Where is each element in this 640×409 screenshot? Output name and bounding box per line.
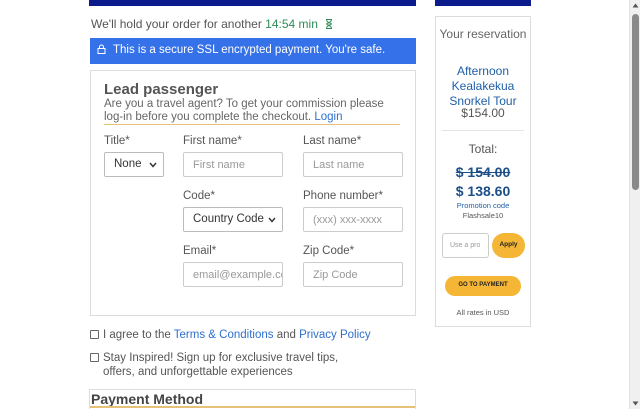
hold-timer: 14:54 min — [265, 17, 318, 31]
newsletter-row: Stay Inspired! Sign up for exclusive tra… — [90, 351, 410, 381]
email-input[interactable]: email@example.co — [183, 262, 283, 287]
scrollbar-thumb[interactable] — [632, 14, 639, 190]
chevron-down-icon — [268, 217, 276, 223]
zip-input[interactable]: Zip Code — [303, 262, 403, 287]
section-divider — [90, 406, 415, 408]
original-price: $ 154.00 — [455, 164, 511, 180]
scroll-down-icon[interactable] — [632, 401, 639, 406]
hold-text: We'll hold your order for another — [91, 17, 262, 31]
phone-label: Phone number* — [303, 190, 383, 202]
summary-divider — [442, 130, 524, 131]
chevron-down-icon — [149, 162, 157, 168]
header-bar — [89, 0, 416, 6]
title-select[interactable]: None — [104, 152, 164, 177]
login-link[interactable]: Login — [314, 111, 342, 123]
email-label: Email* — [183, 245, 217, 257]
hourglass-icon — [326, 19, 333, 29]
lead-passenger-title: Lead passenger — [104, 81, 219, 98]
total-label: Total: — [468, 142, 498, 156]
lock-icon — [97, 44, 106, 54]
page-scrollbar[interactable] — [629, 0, 640, 409]
newsletter-checkbox[interactable] — [90, 353, 99, 362]
reservation-heading: Your reservation — [439, 27, 527, 41]
tour-price: $154.00 — [461, 106, 505, 120]
rates-note: All rates in USD — [456, 308, 510, 317]
country-code-select[interactable]: Country Code — [183, 207, 283, 232]
phone-input[interactable]: (xxx) xxx-xxxx — [303, 207, 403, 232]
promotion-code: Flashsale10 — [462, 211, 504, 220]
travel-agent-notice: Are you a travel agent? To get your comm… — [104, 98, 404, 124]
ssl-banner: This is a secure SSL encrypted payment. … — [90, 38, 416, 64]
newsletter-text: Stay Inspired! Sign up for exclusive tra… — [103, 352, 339, 378]
sidebar-header-bar — [435, 0, 531, 6]
scroll-up-icon[interactable] — [632, 3, 639, 8]
promotion-label: Promotion code — [456, 201, 510, 210]
country-code-value: Country Code — [193, 213, 264, 225]
go-to-payment-button[interactable]: GO TO PAYMENT — [445, 276, 521, 296]
ssl-text: This is a secure SSL encrypted payment. … — [113, 44, 386, 56]
terms-consent-row: I agree to the Terms & Conditions and Pr… — [90, 328, 410, 344]
reservation-summary: Your reservation Afternoon Kealakekua Sn… — [435, 16, 531, 327]
first-name-input[interactable]: First name — [183, 152, 283, 177]
lead-passenger-card: Lead passenger Are you a travel agent? T… — [90, 70, 416, 316]
terms-link[interactable]: Terms & Conditions — [174, 329, 274, 341]
section-divider — [104, 124, 400, 125]
hold-notice: We'll hold your order for another 14:54 … — [91, 17, 333, 31]
promo-code-input[interactable]: Use a pro — [442, 233, 489, 258]
last-name-label: Last name* — [303, 135, 362, 147]
title-label: Title* — [104, 135, 130, 147]
code-label: Code* — [183, 190, 215, 202]
apply-button[interactable]: Apply — [492, 233, 525, 258]
discounted-price: $ 138.60 — [455, 183, 511, 199]
privacy-link[interactable]: Privacy Policy — [299, 329, 371, 341]
terms-and: and — [276, 329, 296, 341]
payment-method-section: Payment Method — [89, 389, 416, 409]
tour-name[interactable]: Afternoon Kealakekua Snorkel Tour — [436, 64, 530, 109]
zip-label: Zip Code* — [303, 245, 355, 257]
last-name-input[interactable]: Last name — [303, 152, 403, 177]
first-name-label: First name* — [183, 135, 242, 147]
payment-method-title: Payment Method — [91, 391, 204, 407]
terms-prefix: I agree to the — [103, 329, 171, 341]
title-select-value: None — [114, 158, 142, 170]
terms-checkbox[interactable] — [90, 330, 99, 339]
terms-text: I agree to the Terms & Conditions and Pr… — [103, 328, 403, 342]
